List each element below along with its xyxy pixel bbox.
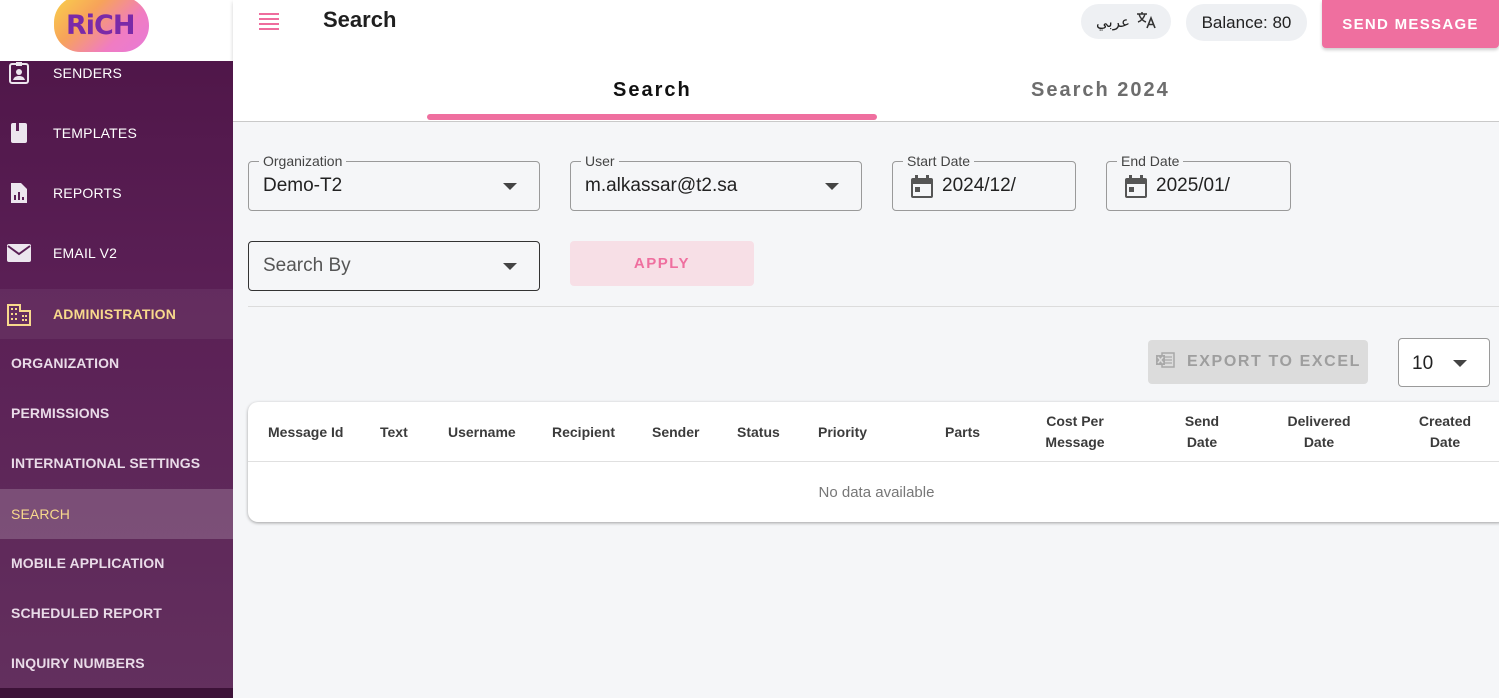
sidebar-footer-strip	[0, 688, 233, 698]
chevron-down-icon	[825, 183, 839, 190]
column-header-priority[interactable]: Priority	[818, 402, 888, 462]
column-header-username[interactable]: Username	[448, 402, 528, 462]
chevron-down-icon	[1453, 360, 1467, 367]
empty-table-message: No data available	[818, 483, 935, 501]
tab-search-2024[interactable]: Search 2024	[1031, 79, 1170, 102]
organization-select[interactable]: Organization Demo-T2	[248, 153, 540, 211]
menu-icon[interactable]	[257, 10, 281, 32]
sidebar-item-templates[interactable]: TEMPLATES	[0, 103, 233, 163]
column-header-send-date[interactable]: Send Date	[1172, 402, 1232, 462]
end-date-field[interactable]: End Date 2025/01/	[1106, 153, 1291, 211]
sidebar-subitem-label: INQUIRY NUMBERS	[11, 655, 145, 671]
column-header-status[interactable]: Status	[737, 402, 797, 462]
sidebar-subitem-search[interactable]: SEARCH	[0, 489, 233, 539]
sidebar-item-reports[interactable]: REPORTS	[0, 163, 233, 223]
book-icon	[6, 120, 32, 146]
balance-badge: Balance: 80	[1186, 4, 1307, 41]
organization-value: Demo-T2	[263, 175, 343, 196]
calendar-icon	[909, 174, 935, 200]
send-message-button[interactable]: SEND MESSAGE	[1322, 0, 1499, 48]
end-date-label: End Date	[1117, 153, 1184, 169]
language-label: عربي	[1096, 13, 1130, 31]
organization-label: Organization	[259, 153, 347, 169]
rows-per-page-value: 10	[1412, 353, 1434, 374]
sidebar-subitem-international-settings[interactable]: INTERNATIONAL SETTINGS	[0, 438, 233, 488]
sidebar-item-email-v2[interactable]: EMAIL V2	[0, 223, 233, 283]
logo: RiCH	[66, 10, 135, 41]
section-divider	[248, 306, 1499, 307]
column-header-delivered-date[interactable]: Delivered Date	[1279, 402, 1359, 462]
user-select[interactable]: User m.alkassar@t2.sa	[570, 153, 862, 211]
sidebar: RiCH SENDERS TEMPLATES REPORTS EMAIL V2 …	[0, 0, 233, 698]
page-title: Search	[323, 7, 397, 32]
language-toggle-button[interactable]: عربي	[1081, 4, 1171, 39]
sidebar-item-label: EMAIL V2	[53, 245, 118, 261]
start-date-label: Start Date	[903, 153, 975, 169]
chevron-down-icon	[503, 263, 517, 270]
sidebar-item-administration[interactable]: ADMINISTRATION	[0, 289, 233, 339]
sidebar-item-senders[interactable]: SENDERS	[0, 43, 233, 103]
sidebar-item-label: TEMPLATES	[53, 125, 138, 141]
results-table: Message Id Text Username Recipient Sende…	[248, 402, 1499, 522]
start-date-value: 2024/12/	[942, 175, 1016, 196]
column-header-recipient[interactable]: Recipient	[552, 402, 632, 462]
column-header-cost-per-message[interactable]: Cost Per Message	[1030, 402, 1120, 462]
user-value: m.alkassar@t2.sa	[585, 175, 738, 196]
sidebar-item-label: ADMINISTRATION	[53, 306, 177, 322]
search-by-placeholder: Search By	[263, 255, 351, 276]
sidebar-subitem-label: SCHEDULED REPORT	[11, 605, 162, 621]
sidebar-subitem-inquiry-numbers[interactable]: INQUIRY NUMBERS	[0, 638, 233, 688]
sidebar-subitem-mobile-application[interactable]: MOBILE APPLICATION	[0, 538, 233, 588]
start-date-field[interactable]: Start Date 2024/12/	[892, 153, 1076, 211]
tabs-bar: Search Search 2024	[233, 61, 1499, 122]
sidebar-subitem-label: ORGANIZATION	[11, 355, 120, 371]
sidebar-subitem-scheduled-report[interactable]: SCHEDULED REPORT	[0, 588, 233, 638]
report-chart-icon	[6, 180, 32, 206]
export-to-excel-button[interactable]: EXPORT TO EXCEL	[1148, 340, 1368, 384]
sidebar-subitem-label: INTERNATIONAL SETTINGS	[11, 455, 201, 471]
user-label: User	[581, 153, 619, 169]
sidebar-item-label: SENDERS	[53, 65, 123, 81]
column-header-created-date[interactable]: Created Date	[1412, 402, 1478, 462]
top-bar: Search عربي Balance: 80 SEND MESSAGE	[233, 0, 1499, 61]
mail-icon	[6, 240, 32, 266]
active-tab-indicator	[427, 114, 877, 120]
apply-button[interactable]: APPLY	[570, 241, 754, 286]
chevron-down-icon	[503, 183, 517, 190]
search-by-select[interactable]: Search By	[248, 241, 540, 291]
building-icon	[6, 301, 32, 327]
table-header-row: Message Id Text Username Recipient Sende…	[248, 402, 1499, 462]
translate-icon	[1136, 11, 1156, 33]
column-header-parts[interactable]: Parts	[945, 402, 995, 462]
sidebar-subitem-permissions[interactable]: PERMISSIONS	[0, 388, 233, 438]
sidebar-subitem-label: PERMISSIONS	[11, 405, 110, 421]
contact-badge-icon	[6, 60, 32, 86]
column-header-message-id[interactable]: Message Id	[268, 402, 358, 462]
tab-search[interactable]: Search	[613, 79, 692, 102]
end-date-value: 2025/01/	[1156, 175, 1230, 196]
calendar-icon	[1123, 174, 1149, 200]
sidebar-item-label: REPORTS	[53, 185, 122, 201]
sidebar-subitem-organization[interactable]: ORGANIZATION	[0, 338, 233, 388]
export-label: EXPORT TO EXCEL	[1187, 353, 1361, 370]
column-header-sender[interactable]: Sender	[652, 402, 712, 462]
sidebar-subitem-label: SEARCH	[11, 506, 70, 522]
excel-icon	[1155, 350, 1175, 375]
rows-per-page-select[interactable]: 10	[1398, 338, 1490, 387]
sidebar-subitem-label: MOBILE APPLICATION	[11, 555, 165, 571]
column-header-text[interactable]: Text	[380, 402, 420, 462]
